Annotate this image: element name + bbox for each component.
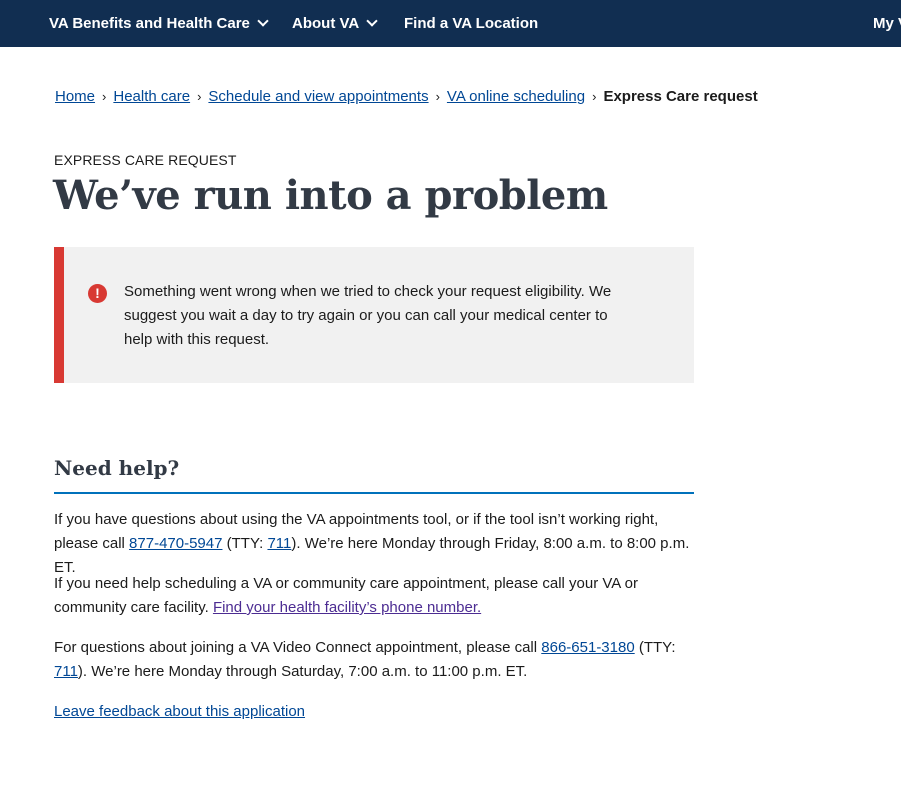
breadcrumb-online-scheduling[interactable]: VA online scheduling bbox=[447, 88, 585, 105]
breadcrumb-separator: › bbox=[592, 89, 597, 104]
phone-link-tool[interactable]: 877-470-5947 bbox=[129, 535, 222, 552]
help-text: For questions about joining a VA Video C… bbox=[54, 639, 542, 656]
chevron-down-icon bbox=[366, 15, 378, 27]
help-paragraph-tool: If you have questions about using the VA… bbox=[54, 508, 704, 580]
page-eyebrow: EXPRESS CARE REQUEST bbox=[54, 152, 237, 168]
tty-link-video[interactable]: 711 bbox=[54, 663, 78, 680]
breadcrumb-separator: › bbox=[102, 89, 107, 104]
nav-about-label: About VA bbox=[292, 15, 360, 32]
error-icon: ! bbox=[88, 284, 107, 303]
nav-about-menu[interactable]: About VA bbox=[292, 0, 378, 47]
nav-benefits-label: VA Benefits and Health Care bbox=[49, 15, 250, 32]
breadcrumb: Home › Health care › Schedule and view appoi… bbox=[55, 88, 758, 105]
help-paragraph-video: For questions about joining a VA Video C… bbox=[54, 636, 704, 684]
breadcrumb-separator: › bbox=[435, 89, 440, 104]
feedback-link[interactable]: Leave feedback about this application bbox=[54, 700, 305, 724]
help-paragraph-scheduling: If you need help scheduling a VA or comm… bbox=[54, 572, 704, 620]
error-alert: ! Something went wrong when we tried to … bbox=[54, 247, 694, 383]
chevron-down-icon bbox=[257, 15, 269, 27]
breadcrumb-health-care[interactable]: Health care bbox=[113, 88, 190, 105]
facility-phone-link[interactable]: Find your health facility’s phone number… bbox=[213, 599, 481, 616]
nav-my-va-label: My VA bbox=[873, 15, 901, 32]
phone-link-video[interactable]: 866-651-3180 bbox=[541, 639, 634, 656]
breadcrumb-schedule[interactable]: Schedule and view appointments bbox=[208, 88, 428, 105]
help-text: ). We’re here Monday through Saturday, 7… bbox=[77, 663, 528, 680]
nav-my-va[interactable]: My VA bbox=[873, 0, 901, 47]
help-text: (TTY: bbox=[634, 639, 676, 656]
tty-link-tool[interactable]: 711 bbox=[267, 535, 291, 552]
nav-find-location[interactable]: Find a VA Location bbox=[404, 0, 538, 47]
help-text: (TTY: bbox=[222, 535, 268, 552]
breadcrumb-separator: › bbox=[197, 89, 202, 104]
page-title: We’ve run into a problem bbox=[53, 172, 608, 219]
nav-find-label: Find a VA Location bbox=[404, 15, 539, 32]
need-help-divider bbox=[54, 492, 694, 494]
need-help-heading: Need help? bbox=[54, 456, 180, 480]
breadcrumb-home[interactable]: Home bbox=[55, 88, 95, 105]
alert-message: Something went wrong when we tried to ch… bbox=[124, 283, 612, 348]
breadcrumb-current: Express Care request bbox=[603, 88, 758, 105]
top-navigation: VA Benefits and Health Care About VA Fin… bbox=[0, 0, 901, 47]
nav-benefits-menu[interactable]: VA Benefits and Health Care bbox=[49, 0, 269, 47]
